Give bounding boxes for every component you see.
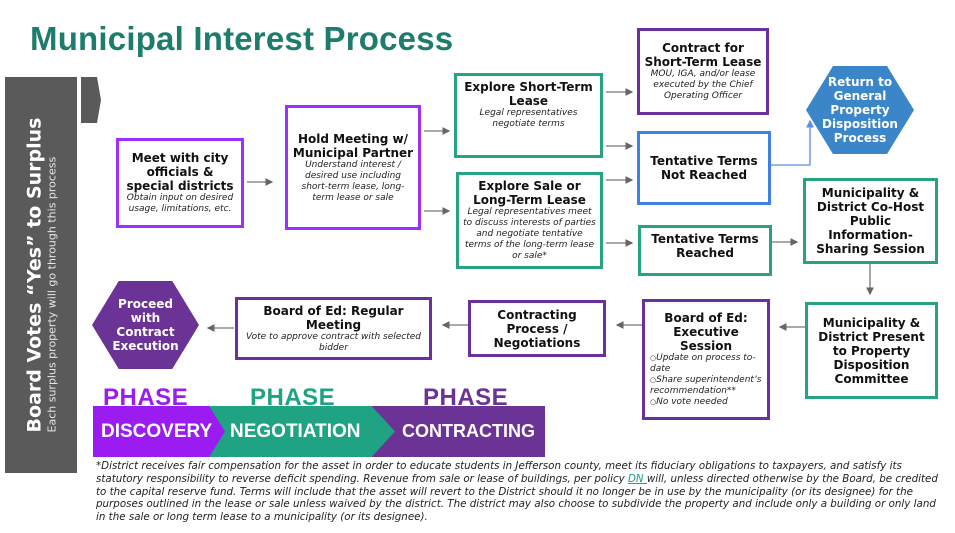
page-title: Municipal Interest Process — [30, 20, 454, 57]
node-heading: Tentative Terms Reached — [651, 232, 759, 260]
node-heading: Tentative Terms Not Reached — [650, 154, 758, 182]
sidebar-banner: Board Votes “Yes” to Surplus Each surplu… — [5, 77, 77, 473]
node-description: MOU, IGA, and/or lease executed by the C… — [650, 69, 756, 101]
bullet-item: Share superintendent’s recommendation** — [650, 375, 762, 397]
node-heading: Municipality & District Co-Host Public I… — [816, 186, 925, 256]
node-heading: Meet with city officials & special distr… — [126, 151, 234, 193]
node-heading: Hold Meeting w/ Municipal Partner — [292, 131, 414, 160]
node-bullet-list: Update on process to-date Share superint… — [650, 353, 762, 408]
node-heading: Return to General Property Disposition P… — [822, 75, 898, 145]
phase-name: NEGOTIATION — [230, 420, 361, 442]
bullet-item: No vote needed — [650, 397, 762, 408]
phase-bar-negotiation: NEGOTIATION — [200, 406, 395, 457]
sidebar-heading: Board Votes “Yes” to Surplus — [23, 117, 46, 433]
node-explore-short-term-lease: Explore Short-Term Lease Legal represent… — [454, 73, 603, 158]
node-co-host-session: Municipality & District Co-Host Public I… — [803, 178, 938, 264]
sidebar-text: Board Votes “Yes” to Surplus Each surplu… — [24, 118, 59, 433]
node-heading: Explore Sale or Long-Term Lease — [473, 179, 586, 207]
phase-name: DISCOVERY — [101, 420, 213, 442]
node-tentative-terms-reached: Tentative Terms Reached — [638, 225, 772, 276]
sidebar-chevron-icon — [81, 77, 101, 123]
node-heading: Explore Short-Term Lease — [464, 80, 593, 108]
node-contracting-process: Contracting Process / Negotiations — [468, 300, 606, 357]
node-explore-sale-long-term: Explore Sale or Long-Term Lease Legal re… — [456, 172, 603, 269]
arrow-notreached-to-return — [771, 119, 814, 166]
policy-dn-link[interactable]: DN — [628, 473, 647, 485]
sidebar-subheading: Each surplus property will go through th… — [45, 156, 59, 433]
node-heading: Board of Ed: Executive Session — [664, 311, 748, 353]
node-description: Legal representatives meet to discuss in… — [463, 207, 596, 261]
node-return-general-process: Return to General Property Disposition P… — [806, 66, 914, 154]
bullet-item: Update on process to-date — [650, 353, 762, 375]
node-contract-short-term-lease: Contract for Short-Term Lease MOU, IGA, … — [637, 28, 769, 115]
node-heading: Contracting Process / Negotiations — [493, 307, 581, 350]
node-heading: Board of Ed: Regular Meeting — [263, 303, 404, 332]
phase-name: CONTRACTING — [402, 421, 535, 441]
node-heading: Proceed with Contract Execution — [112, 297, 179, 353]
node-description: Legal representatives negotiate terms — [479, 108, 578, 129]
node-proceed-contract-execution: Proceed with Contract Execution — [92, 281, 199, 369]
node-description: Understand interest / desired use includ… — [301, 159, 405, 203]
footnote: *District receives fair compensation for… — [96, 460, 946, 524]
node-heading: Municipality & District Present to Prope… — [818, 315, 925, 386]
node-board-regular-meeting: Board of Ed: Regular Meeting Vote to app… — [235, 297, 432, 360]
node-heading: Contract for Short-Term Lease — [644, 41, 762, 69]
node-present-to-committee: Municipality & District Present to Prope… — [805, 302, 938, 399]
node-meet-city-officials: Meet with city officials & special distr… — [116, 138, 244, 228]
node-description: Obtain input on desired usage, limitatio… — [126, 193, 234, 214]
node-hold-meeting: Hold Meeting w/ Municipal Partner Unders… — [285, 105, 421, 230]
node-description: Vote to approve contract with selected b… — [245, 331, 422, 353]
phase-bar-discovery: DISCOVERY — [93, 406, 225, 457]
node-board-executive-session: Board of Ed: Executive Session Update on… — [642, 299, 770, 420]
node-tentative-terms-not-reached: Tentative Terms Not Reached — [637, 131, 771, 205]
